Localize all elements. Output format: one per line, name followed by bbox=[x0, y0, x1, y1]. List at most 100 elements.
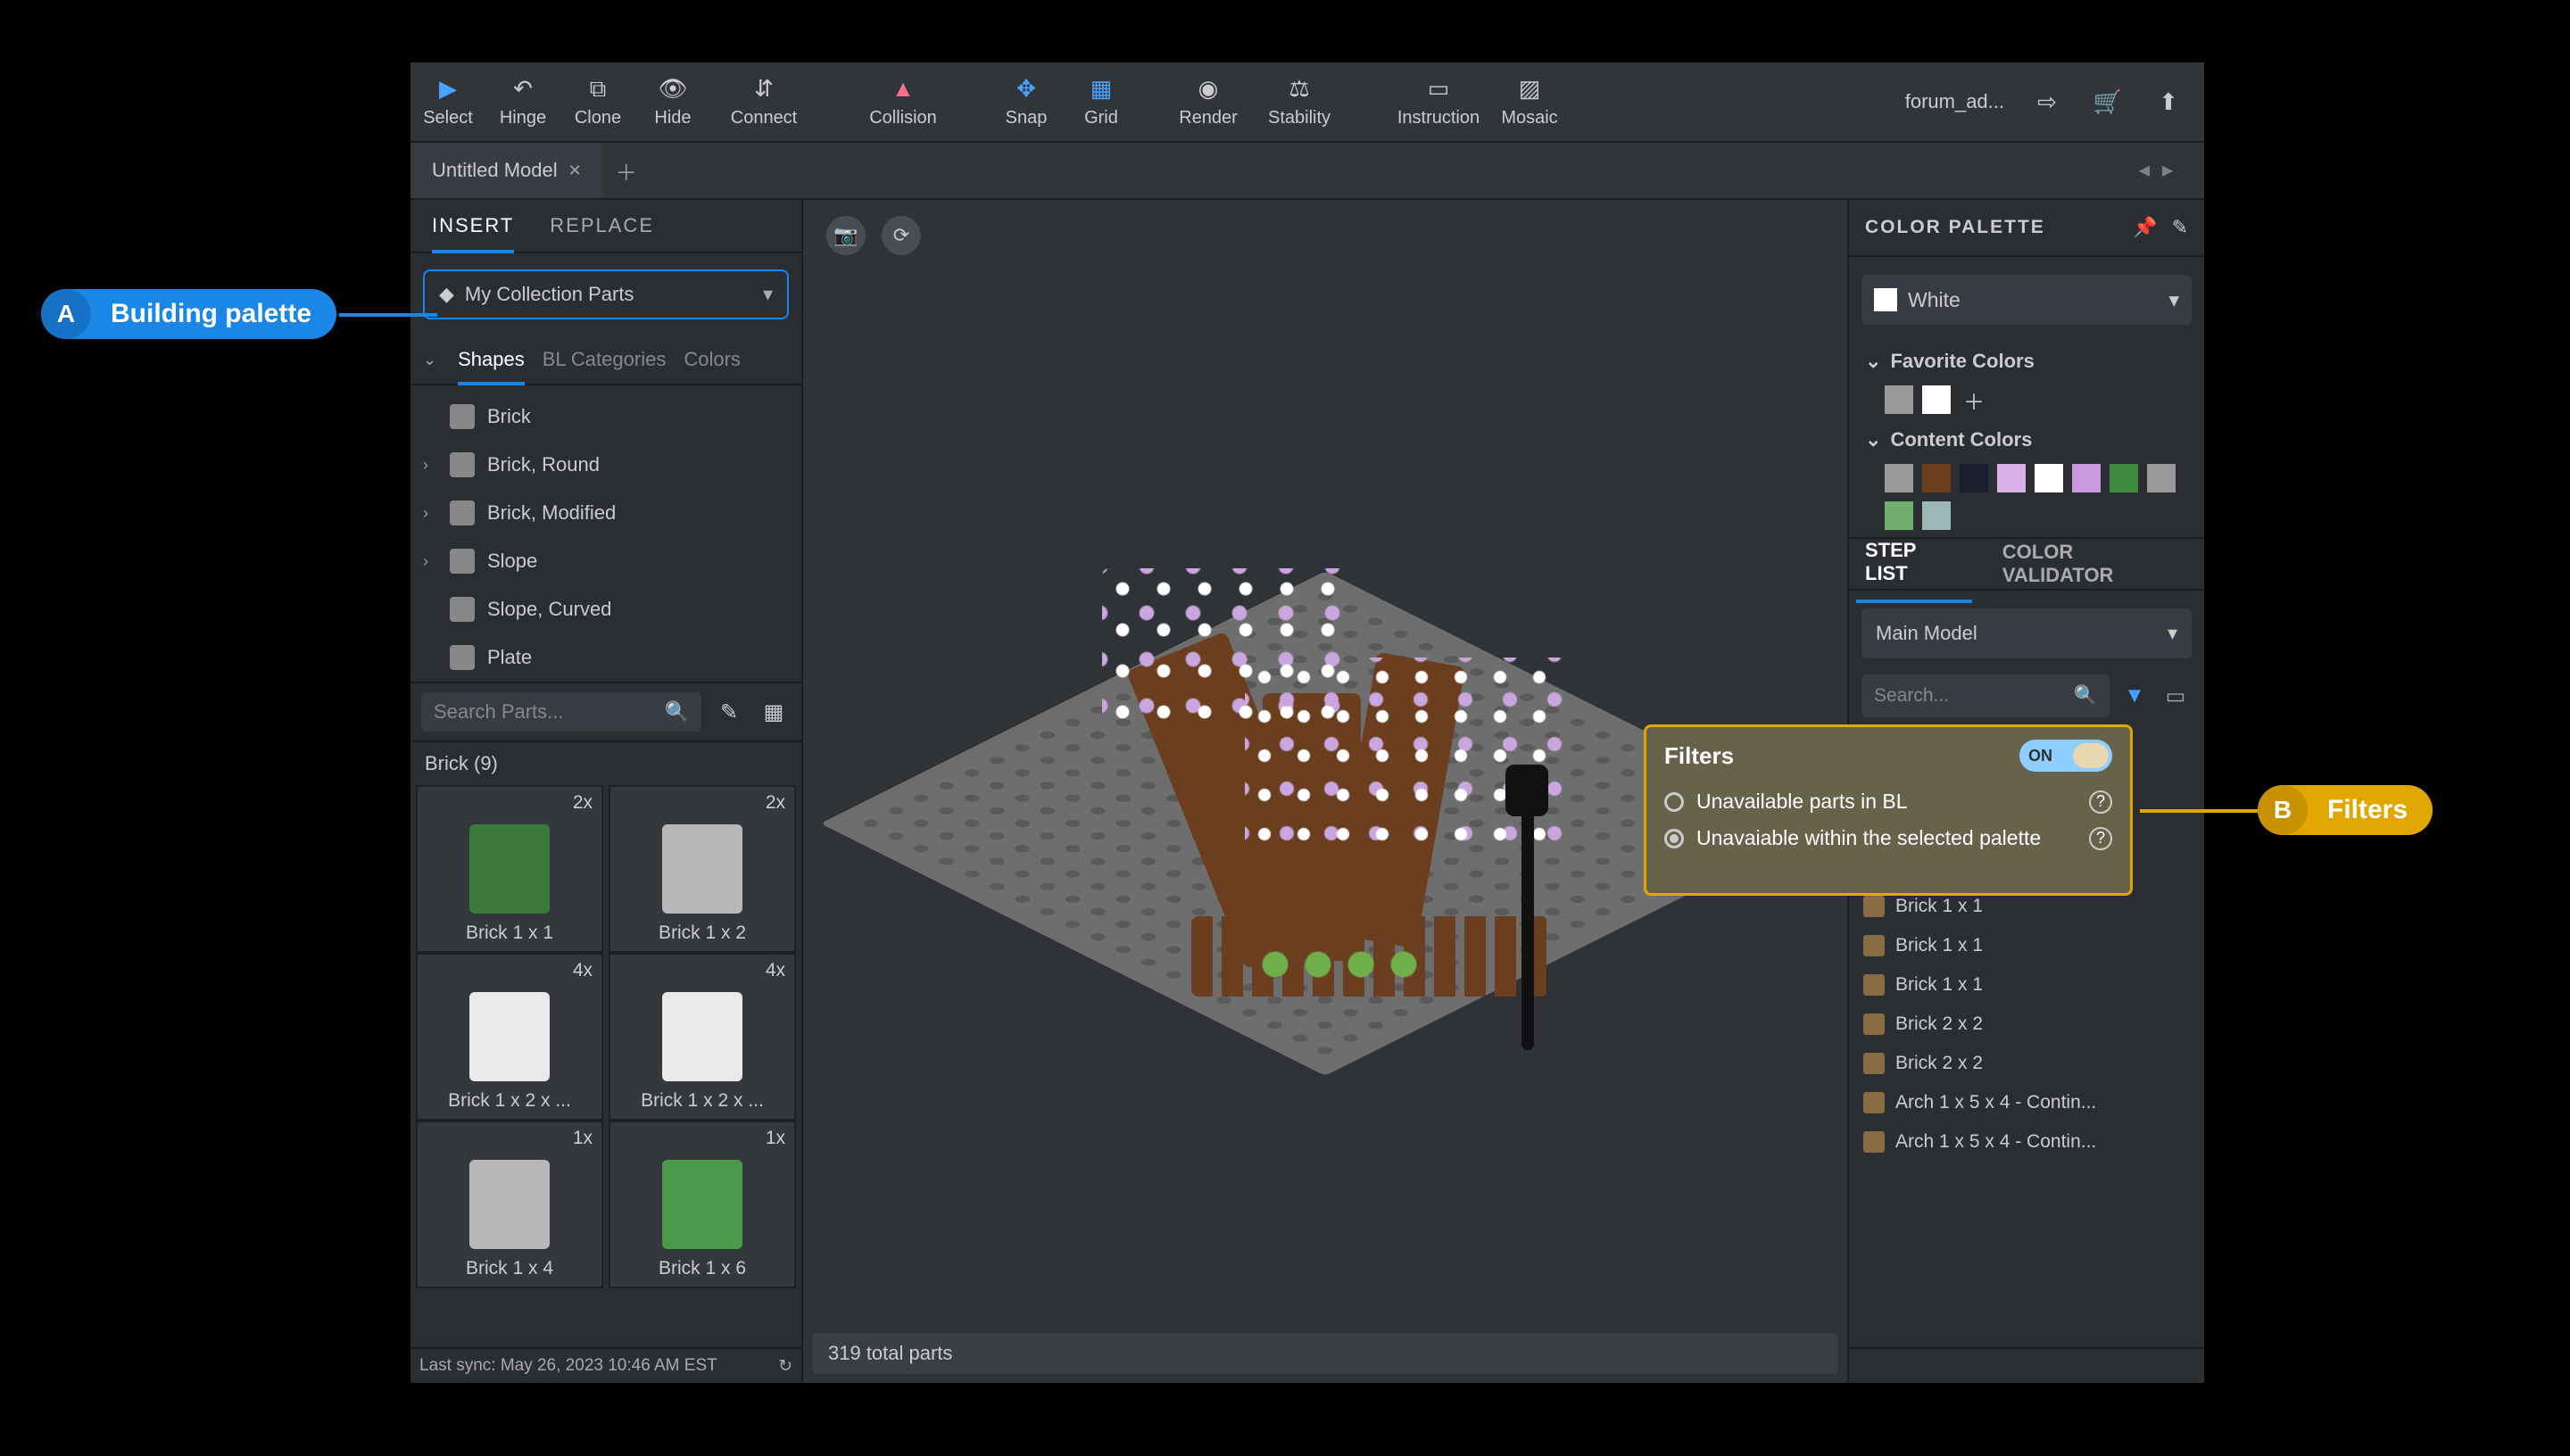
filter-option-bl[interactable]: Unavailable parts in BL ? bbox=[1664, 790, 2112, 814]
chevron-down-icon: ▾ bbox=[2168, 288, 2179, 312]
tab-color-validator[interactable]: COLOR VALIDATOR bbox=[1994, 526, 2197, 601]
tool-grid[interactable]: ▦Grid bbox=[1064, 62, 1139, 141]
shape-category-tabs: ⌄ Shapes BL Categories Colors bbox=[410, 335, 801, 385]
step-model-selector[interactable]: Main Model ▾ bbox=[1861, 608, 2192, 658]
tool-mosaic[interactable]: ▨Mosaic bbox=[1492, 62, 1567, 141]
part-card[interactable]: 4xBrick 1 x 2 x ... bbox=[416, 953, 603, 1121]
chevron-down-icon: ▾ bbox=[2168, 622, 2177, 645]
filter-option-palette[interactable]: Unavaiable within the selected palette ? bbox=[1664, 826, 2112, 850]
export-icon[interactable]: ⇨ bbox=[2029, 84, 2065, 120]
shape-item[interactable]: ›Slope bbox=[410, 537, 801, 585]
tool-render[interactable]: ◉Render bbox=[1171, 62, 1246, 141]
color-swatch bbox=[1874, 288, 1897, 311]
shape-item[interactable]: Plate bbox=[410, 633, 801, 682]
tool-hinge[interactable]: ↶Hinge bbox=[485, 62, 560, 141]
tab-colors[interactable]: Colors bbox=[684, 348, 741, 371]
tool-stability[interactable]: ⚖Stability bbox=[1246, 62, 1353, 141]
document-tab[interactable]: Untitled Model ✕ bbox=[410, 143, 603, 198]
camera-icon[interactable]: 📷 bbox=[826, 216, 866, 255]
content-colors-section: ⌄Content Colors bbox=[1849, 421, 2204, 537]
step-item[interactable]: Brick 1 x 1 bbox=[1856, 965, 2197, 1005]
color-swatch[interactable] bbox=[1922, 464, 1951, 492]
tab-insert[interactable]: INSERT bbox=[432, 200, 514, 253]
tool-connect[interactable]: ⇵Connect bbox=[710, 62, 817, 141]
tool-snap[interactable]: ✥Snap bbox=[989, 62, 1064, 141]
edit-icon[interactable]: ✎ bbox=[712, 695, 746, 729]
parts-search-input[interactable]: Search Parts... 🔍 bbox=[421, 692, 701, 732]
3d-model bbox=[924, 390, 1727, 1193]
tool-collision[interactable]: ▲Collision bbox=[850, 62, 957, 141]
color-swatch[interactable] bbox=[2072, 464, 2101, 492]
tab-step-list[interactable]: STEP LIST bbox=[1856, 525, 1972, 603]
refresh-icon[interactable]: ↻ bbox=[778, 1356, 792, 1377]
color-swatch[interactable] bbox=[1885, 464, 1913, 492]
shape-item[interactable]: Brick bbox=[410, 393, 801, 441]
eyedropper-icon[interactable]: ✎ bbox=[2172, 216, 2188, 239]
collapse-icon[interactable]: ⌄ bbox=[1865, 428, 1881, 451]
color-selector[interactable]: White ▾ bbox=[1861, 275, 2192, 325]
part-card[interactable]: 2xBrick 1 x 1 bbox=[416, 785, 603, 953]
step-search-input[interactable]: Search... 🔍 bbox=[1861, 674, 2110, 717]
color-swatch[interactable] bbox=[1885, 385, 1913, 414]
tool-select[interactable]: ▶Select bbox=[410, 62, 485, 141]
shape-list[interactable]: Brick›Brick, Round›Brick, Modified›Slope… bbox=[410, 385, 801, 682]
tab-replace[interactable]: REPLACE bbox=[550, 214, 654, 237]
color-swatch[interactable] bbox=[1960, 464, 1988, 492]
add-favorite-button[interactable]: ＋ bbox=[1960, 385, 1988, 414]
sync-status: Last sync: May 26, 2023 10:46 AM EST ↻ bbox=[410, 1347, 801, 1383]
color-swatch[interactable] bbox=[2147, 464, 2176, 492]
palette-selector-label: My Collection Parts bbox=[465, 283, 634, 306]
color-palette-title: COLOR PALETTE bbox=[1865, 217, 2045, 238]
tool-instruction[interactable]: ▭Instruction bbox=[1385, 62, 1492, 141]
close-tab-icon[interactable]: ✕ bbox=[568, 161, 582, 180]
step-item[interactable]: Arch 1 x 5 x 4 - Contin... bbox=[1856, 1122, 2197, 1162]
color-swatch[interactable] bbox=[1922, 385, 1951, 414]
step-item[interactable]: Brick 1 x 1 bbox=[1856, 926, 2197, 965]
step-item[interactable]: Brick 2 x 2 bbox=[1856, 1005, 2197, 1044]
part-card[interactable]: 2xBrick 1 x 2 bbox=[609, 785, 796, 953]
chevron-down-icon: ▾ bbox=[763, 283, 773, 306]
collapse-icon[interactable]: ⌄ bbox=[423, 351, 436, 369]
help-icon[interactable]: ? bbox=[2089, 790, 2112, 814]
color-swatch[interactable] bbox=[1997, 464, 2026, 492]
filter-icon[interactable]: ▼ bbox=[2118, 680, 2151, 712]
step-item[interactable]: Arch 1 x 5 x 4 - Contin... bbox=[1856, 1083, 2197, 1122]
collapse-icon[interactable]: ⌄ bbox=[1865, 350, 1881, 373]
username[interactable]: forum_ad... bbox=[1905, 90, 2004, 113]
tool-clone[interactable]: ⧉Clone bbox=[560, 62, 635, 141]
part-card[interactable]: 1xBrick 1 x 6 bbox=[609, 1121, 796, 1288]
document-tabs: Untitled Model ✕ ＋ ◀▶ bbox=[410, 143, 2204, 200]
add-tab-button[interactable]: ＋ bbox=[603, 147, 650, 194]
upload-icon[interactable]: ⬆ bbox=[2151, 84, 2186, 120]
color-swatch[interactable] bbox=[2035, 464, 2063, 492]
tab-shapes[interactable]: Shapes bbox=[458, 334, 525, 385]
palette-selector[interactable]: ◆ My Collection Parts ▾ bbox=[423, 269, 789, 319]
tab-bl-categories[interactable]: BL Categories bbox=[543, 348, 667, 371]
part-card[interactable]: 1xBrick 1 x 4 bbox=[416, 1121, 603, 1288]
left-palette-panel: INSERT REPLACE ◆ My Collection Parts ▾ ⌄… bbox=[410, 200, 803, 1383]
shape-item[interactable]: ›Brick, Modified bbox=[410, 489, 801, 537]
shape-item[interactable]: Slope, Curved bbox=[410, 585, 801, 633]
callout-filters: B Filters bbox=[2258, 785, 2433, 835]
orbit-icon[interactable]: ⟳ bbox=[882, 216, 921, 255]
step-item[interactable]: Brick 2 x 2 bbox=[1856, 1044, 2197, 1083]
color-palette-header: COLOR PALETTE 📌 ✎ bbox=[1849, 200, 2204, 257]
search-icon: 🔍 bbox=[665, 700, 689, 724]
shape-item[interactable]: ›Brick, Round bbox=[410, 441, 801, 489]
callout-building-palette: A Building palette bbox=[41, 289, 336, 339]
tab-nav-arrows[interactable]: ◀▶ bbox=[2124, 161, 2204, 179]
filters-toggle[interactable]: ON bbox=[2019, 740, 2112, 772]
color-swatch[interactable] bbox=[2110, 464, 2138, 492]
part-card[interactable]: 4xBrick 1 x 2 x ... bbox=[609, 953, 796, 1121]
search-icon: 🔍 bbox=[2074, 685, 2097, 707]
help-icon[interactable]: ? bbox=[2089, 827, 2112, 850]
parts-grid[interactable]: 2xBrick 1 x 12xBrick 1 x 24xBrick 1 x 2 … bbox=[410, 785, 801, 1347]
pin-icon[interactable]: 📌 bbox=[2133, 216, 2157, 239]
vr-icon[interactable]: ▭ bbox=[2160, 680, 2192, 712]
filters-popup: Filters ON Unavailable parts in BL ? Una… bbox=[1644, 724, 2133, 896]
grid-view-icon[interactable]: ▦ bbox=[757, 695, 791, 729]
main-toolbar: ▶Select ↶Hinge ⧉Clone 👁Hide ⇵Connect ▲Co… bbox=[410, 62, 2204, 143]
tool-hide[interactable]: 👁Hide bbox=[635, 62, 710, 141]
callout-connector-a bbox=[339, 313, 437, 317]
cart-icon[interactable]: 🛒 bbox=[2090, 84, 2126, 120]
